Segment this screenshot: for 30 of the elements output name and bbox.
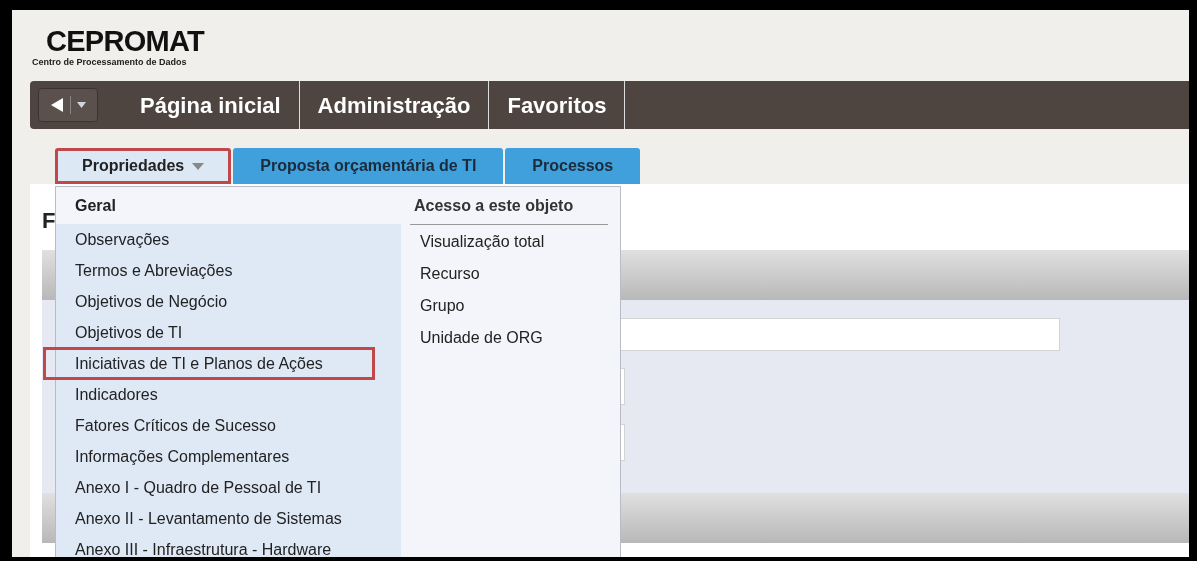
menu-item[interactable]: Termos e Abreviações — [56, 255, 401, 286]
menu-item[interactable]: Anexo III - Infraestrutura - Hardware — [56, 534, 401, 557]
logo-title: CEPROMAT — [46, 26, 206, 56]
page-heading: F — [42, 207, 56, 235]
menu-item[interactable]: Anexo I - Quadro de Pessoal de TI — [56, 472, 401, 503]
back-button[interactable] — [38, 88, 98, 122]
back-arrow-icon — [50, 97, 64, 113]
tab[interactable]: Propriedades — [55, 148, 232, 184]
menu-item[interactable]: Fatores Críticos de Sucesso — [56, 410, 401, 441]
nav-item[interactable]: Página inicial — [122, 81, 300, 129]
tab[interactable]: Processos — [505, 148, 641, 184]
tab[interactable]: Proposta orçamentária de TI — [233, 148, 504, 184]
menu-item[interactable]: Grupo — [401, 290, 614, 322]
menu-section-header: Acesso a este objeto — [410, 187, 608, 225]
menu-section-header: Geral — [74, 195, 117, 216]
menu-item[interactable]: Informações Complementares — [56, 441, 401, 472]
menu-item[interactable]: Indicadores — [56, 379, 401, 410]
logo-subtitle: Centro de Processamento de Dados — [32, 56, 188, 68]
menu-item[interactable]: Observações — [56, 224, 401, 255]
menu-item[interactable]: Objetivos de TI — [56, 317, 401, 348]
menu-item[interactable]: Visualização total — [401, 226, 614, 258]
nav-item[interactable]: Administração — [299, 81, 490, 129]
menu-item[interactable]: Iniciativas de TI e Planos de Ações — [44, 348, 374, 379]
caret-icon — [77, 102, 86, 108]
menu-item[interactable]: Anexo II - Levantamento de Sistemas — [56, 503, 401, 534]
nav-item[interactable]: Favoritos — [489, 81, 626, 129]
menu-item[interactable]: Unidade de ORG — [401, 322, 614, 354]
caret-icon — [192, 162, 205, 170]
menu-item[interactable]: Recurso — [401, 258, 614, 290]
menu-item[interactable]: Objetivos de Negócio — [56, 286, 401, 317]
